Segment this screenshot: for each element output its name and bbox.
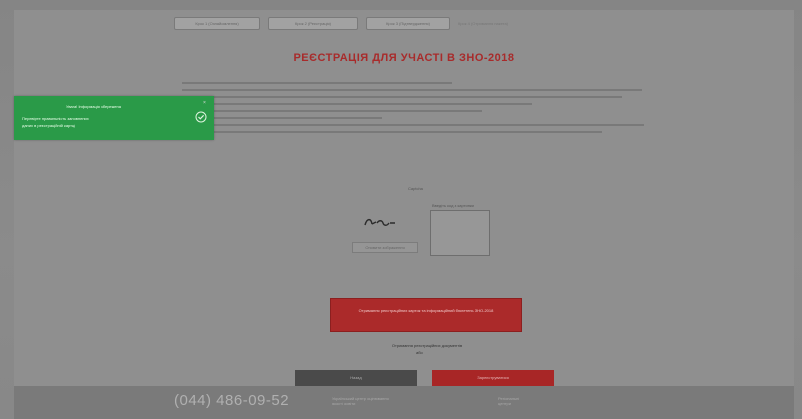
footer: (044) 486-09-52 Український центр оцінюв… <box>14 386 794 419</box>
instruction-line <box>182 110 482 112</box>
instruction-line <box>182 89 642 91</box>
toast-message-line: Перевірте правильність заповнених <box>22 116 89 121</box>
footer-phone[interactable]: (044) 486-09-52 <box>174 392 289 409</box>
instruction-line <box>182 124 644 126</box>
nav-step-2[interactable]: Крок 2 (Реєстрація) <box>268 17 358 30</box>
consent-note: Отримання реєстраційних документів <box>391 343 463 348</box>
screen-frame: Крок 1 (Ознайомлення) Крок 2 (Реєстрація… <box>0 0 802 419</box>
nav-step-current: Крок 4 (Отримання пакета) <box>458 21 509 26</box>
instruction-line <box>182 96 622 98</box>
captcha-refresh-button[interactable]: Оновити зображення <box>352 242 418 253</box>
back-button[interactable]: Назад <box>295 370 417 386</box>
captcha-image <box>364 218 395 226</box>
step-navigation: Крок 1 (Ознайомлення) Крок 2 (Реєстрація… <box>174 17 538 30</box>
registration-page: Крок 1 (Ознайомлення) Крок 2 (Реєстрація… <box>14 10 794 386</box>
captcha-input-label: Введіть код з картинки <box>432 203 474 208</box>
success-toast: Увага! Інформація збережена × Перевірте … <box>14 96 214 140</box>
instructions-block <box>182 82 652 138</box>
close-icon[interactable]: × <box>203 101 208 106</box>
captcha-label: Captcha <box>408 186 423 191</box>
consent-note-or: або <box>416 350 423 355</box>
check-icon <box>195 111 207 123</box>
page-title: РЕЄСТРАЦІЯ ДЛЯ УЧАСТІ В ЗНО-2018 <box>293 52 515 64</box>
instruction-line <box>182 82 452 84</box>
instruction-line <box>182 131 602 133</box>
consent-button-label: Отримання реєстраційних карток та інформ… <box>358 308 494 313</box>
register-button[interactable]: Зареєструватися <box>432 370 554 386</box>
captcha-input[interactable] <box>430 210 490 256</box>
footer-info-line: якості освіти <box>332 401 356 406</box>
nav-step-1[interactable]: Крок 1 (Ознайомлення) <box>174 17 260 30</box>
toast-title: Увага! Інформація збережена <box>66 104 121 109</box>
footer-info-block: Український центр оцінювання якості осві… <box>332 396 389 406</box>
footer-info-block: Регіональні центри <box>498 396 519 406</box>
nav-step-3[interactable]: Крок 3 (Підтвердження) <box>366 17 450 30</box>
footer-info-line: центри <box>498 401 511 406</box>
instruction-line <box>182 103 532 105</box>
consent-button[interactable]: Отримання реєстраційних карток та інформ… <box>330 298 522 332</box>
toast-message-line: даних в реєстраційній картці <box>22 123 76 128</box>
